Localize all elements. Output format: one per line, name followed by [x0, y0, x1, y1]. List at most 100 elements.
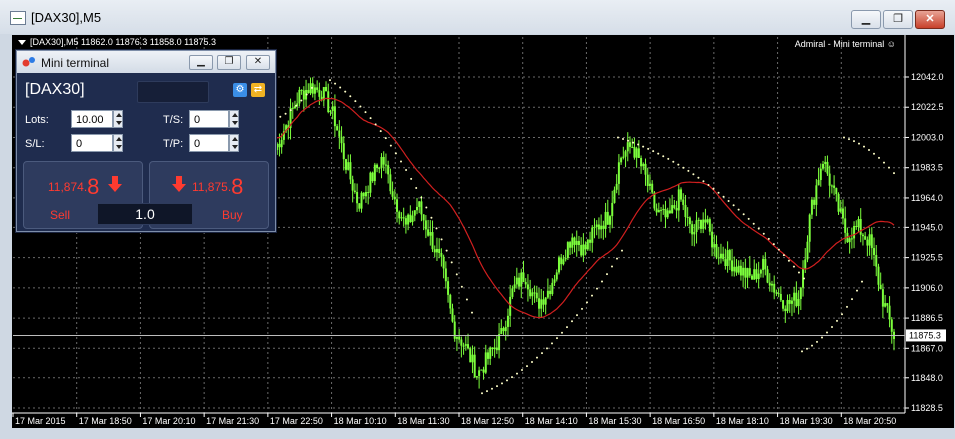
candle-body [431, 232, 434, 250]
gear-icon[interactable]: ⚙ [233, 83, 247, 97]
candle-body [307, 89, 310, 94]
tp-spinner[interactable] [229, 134, 239, 152]
close-button[interactable]: ✕ [915, 10, 945, 29]
quantity-input[interactable]: 1.0 [97, 203, 193, 225]
ts-input[interactable]: 0 [189, 110, 229, 128]
candle-body [435, 248, 438, 253]
candle-body [628, 142, 631, 147]
sar-dot [576, 314, 578, 317]
candle-body [586, 239, 589, 250]
price-tick-label: 11848.0 [911, 373, 943, 383]
candle-body [475, 376, 478, 378]
sell-arrow-down-icon [108, 176, 122, 192]
sar-dot [692, 173, 695, 176]
sar-dot [893, 172, 895, 175]
sar-dot [521, 368, 523, 371]
mini-terminal-title: Mini terminal [41, 56, 110, 70]
candle-body [875, 254, 878, 267]
candle-body [573, 237, 576, 245]
candle-body [617, 162, 620, 184]
swap-icon[interactable]: ⇄ [251, 83, 265, 97]
moving-average-line [274, 97, 895, 319]
sar-dot [722, 195, 725, 198]
mini-terminal-titlebar[interactable]: Mini terminal ▁ ❐ ✕ [17, 51, 275, 73]
lots-spinner[interactable] [113, 110, 123, 128]
sar-dot [400, 160, 402, 163]
candle-body [808, 214, 811, 242]
tp-label: T/P: [163, 138, 184, 150]
sar-dot [682, 166, 685, 169]
time-tick-label: 18 Mar 20:50 [843, 416, 896, 426]
candle-body [839, 208, 842, 212]
candle-body [626, 142, 629, 152]
candle-body [868, 234, 871, 246]
lots-input[interactable]: 10.00 [71, 110, 113, 128]
sl-spinner[interactable] [113, 134, 123, 152]
candle-body [715, 244, 718, 258]
candle-body [589, 239, 592, 243]
price-tick-label: 11983.5 [911, 163, 943, 173]
candle-body [577, 240, 580, 246]
mini-terminal-maximize-button[interactable]: ❐ [217, 55, 241, 70]
time-tick-label: 18 Mar 11:30 [397, 416, 449, 426]
candle-body [438, 248, 441, 254]
candle-body [378, 168, 381, 170]
candle-body [753, 269, 756, 280]
expert-label: Admiral - Mini terminal ☺ [794, 39, 896, 49]
candle-body [444, 268, 447, 282]
sar-dot [792, 265, 795, 268]
window-title: [DAX30],M5 [31, 10, 102, 25]
candle-body [526, 284, 529, 290]
candle-body [881, 289, 884, 307]
candle-body [622, 156, 625, 158]
price-tick-label: 12022.5 [911, 102, 944, 112]
mini-terminal-panel[interactable]: Mini terminal ▁ ❐ ✕ [DAX30] ⚙ ⇄ Lots: 10… [16, 50, 276, 232]
candle-body [713, 244, 716, 248]
candle-body [817, 180, 820, 186]
candle-body [473, 354, 476, 378]
ts-spinner[interactable] [229, 110, 239, 128]
sar-dot [516, 372, 518, 375]
sar-dot [652, 150, 655, 153]
candle-body [462, 345, 465, 347]
mini-terminal-minimize-button[interactable]: ▁ [189, 55, 213, 70]
sar-dot [632, 141, 635, 144]
candle-body [695, 220, 698, 232]
candle-body [440, 253, 443, 257]
candle-body [624, 151, 627, 157]
mini-terminal-close-button[interactable]: ✕ [246, 55, 270, 70]
candle-body [506, 315, 509, 327]
candle-body [484, 352, 487, 373]
candle-body [471, 354, 474, 363]
candle-body [786, 299, 789, 312]
candle-body [609, 216, 612, 225]
sl-input[interactable]: 0 [71, 134, 113, 152]
chart-window-icon [10, 11, 26, 25]
minimize-button[interactable]: ▁ [851, 10, 881, 29]
tp-input[interactable]: 0 [189, 134, 229, 152]
candle-body [697, 219, 700, 221]
candle-body [828, 173, 831, 186]
sar-dot [455, 273, 458, 276]
time-tick-label: 18 Mar 10:10 [334, 416, 387, 426]
candle-body [844, 218, 847, 233]
candle-body [538, 298, 541, 309]
chart-menu-arrow-icon[interactable] [18, 40, 26, 46]
candle-body [824, 161, 827, 164]
candle-body [591, 227, 594, 243]
candle-body [708, 219, 711, 232]
candle-body [651, 183, 654, 193]
time-tick-label: 17 Mar 21:30 [206, 416, 259, 426]
candle-body [560, 257, 563, 265]
candle-body [884, 303, 887, 307]
candle-body [491, 347, 494, 350]
candle-body [597, 224, 600, 230]
window-titlebar[interactable]: [DAX30],M5 ▁ ❐ ✕ [0, 0, 955, 34]
candle-body [773, 283, 776, 293]
sar-dot [430, 216, 433, 219]
candle-body [382, 156, 385, 165]
sar-dot [374, 123, 377, 126]
candle-body [726, 250, 729, 267]
candle-body [784, 308, 787, 312]
maximize-button[interactable]: ❐ [883, 10, 913, 29]
